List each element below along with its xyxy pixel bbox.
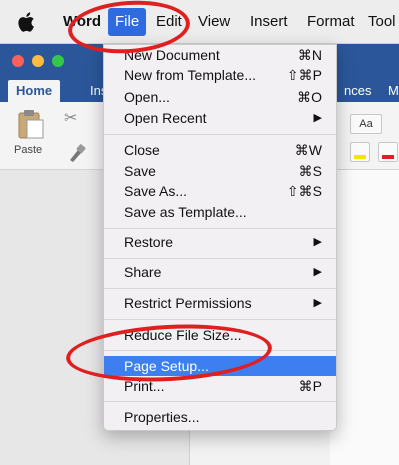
menu-separator <box>104 401 336 402</box>
menu-item-label: Reduce File Size... <box>124 327 242 343</box>
menu-item-label: Print... <box>124 378 165 394</box>
menu-file[interactable]: File <box>108 8 147 36</box>
file-menu-dropdown: New Document ⌘N New from Template... ⇧⌘P… <box>103 44 337 431</box>
menu-separator <box>104 134 336 135</box>
menu-item-label: Page Setup... <box>124 358 209 374</box>
menu-item-properties[interactable]: Properties... <box>104 407 336 427</box>
menu-format[interactable]: Format <box>300 8 362 36</box>
menu-item-label: New Document <box>124 47 220 63</box>
font-size-button[interactable]: Aa <box>350 114 382 134</box>
minimize-window-button[interactable] <box>32 55 44 67</box>
menu-item-restore[interactable]: Restore ▶ <box>104 232 336 252</box>
menu-insert[interactable]: Insert <box>243 8 295 36</box>
menu-separator <box>104 319 336 320</box>
menu-edit[interactable]: Edit <box>149 8 189 36</box>
menu-item-label: Share <box>124 264 162 280</box>
menu-item-new-from-template[interactable]: New from Template... ⇧⌘P <box>104 65 336 85</box>
menu-item-share[interactable]: Share ▶ <box>104 262 336 282</box>
submenu-arrow-icon: ▶ <box>313 236 322 248</box>
apple-icon[interactable] <box>17 11 35 33</box>
zoom-window-button[interactable] <box>52 55 64 67</box>
menu-item-label: Open... <box>124 89 170 105</box>
shortcut-label: ⌘W <box>294 142 322 158</box>
menu-item-page-setup[interactable]: Page Setup... <box>104 356 336 376</box>
menu-item-label: Close <box>124 142 160 158</box>
menu-item-restrict-permissions[interactable]: Restrict Permissions ▶ <box>104 293 336 313</box>
shortcut-label: ⇧⌘P <box>286 67 322 83</box>
shortcut-label: ⌘S <box>298 163 322 179</box>
menu-item-save-as[interactable]: Save As... ⇧⌘S <box>104 181 336 201</box>
menu-app-word[interactable]: Word <box>56 8 108 36</box>
submenu-arrow-icon: ▶ <box>313 297 322 309</box>
menu-item-new-document[interactable]: New Document ⌘N <box>104 45 336 65</box>
paste-icon[interactable] <box>16 108 46 140</box>
menu-item-label: Save <box>124 163 156 179</box>
menu-separator <box>104 288 336 289</box>
close-window-button[interactable] <box>12 55 24 67</box>
tab-home[interactable]: Home <box>8 80 61 102</box>
cut-icon[interactable]: ✂ <box>64 108 77 128</box>
menu-item-label: Restore <box>124 234 174 250</box>
menu-item-open-recent[interactable]: Open Recent ▶ <box>104 108 336 128</box>
menu-separator <box>104 350 336 351</box>
document-page[interactable] <box>330 170 399 465</box>
menu-item-label: Properties... <box>124 409 200 425</box>
shortcut-label: ⌘N <box>297 47 322 63</box>
highlight-color-button[interactable] <box>350 142 370 162</box>
menu-item-label: Save as Template... <box>124 204 247 220</box>
paste-label: Paste <box>14 144 43 156</box>
menu-item-label: Restrict Permissions <box>124 295 252 311</box>
shortcut-label: ⌘O <box>297 89 322 105</box>
menu-item-label: Save As... <box>124 183 188 199</box>
menu-item-label: New from Template... <box>124 67 257 83</box>
format-painter-icon[interactable] <box>66 142 88 164</box>
menu-item-print[interactable]: Print... ⌘P <box>104 376 336 396</box>
menu-item-close[interactable]: Close ⌘W <box>104 140 336 160</box>
menu-item-save-as-template[interactable]: Save as Template... <box>104 202 336 222</box>
menu-bar: Word File Edit View Insert Format Tool <box>0 0 399 44</box>
menu-item-label: Open Recent <box>124 110 207 126</box>
menu-item-save[interactable]: Save ⌘S <box>104 161 336 181</box>
tab-mailings[interactable]: M <box>380 80 399 102</box>
menu-separator <box>104 258 336 259</box>
font-controls: Aa <box>340 114 399 174</box>
tab-references[interactable]: nces <box>336 80 379 102</box>
submenu-arrow-icon: ▶ <box>313 266 322 278</box>
font-color-button[interactable] <box>378 142 398 162</box>
shortcut-label: ⇧⌘S <box>286 183 322 199</box>
menu-item-reduce-file-size[interactable]: Reduce File Size... <box>104 325 336 345</box>
menu-tools[interactable]: Tool <box>361 8 399 36</box>
shortcut-label: ⌘P <box>298 378 322 394</box>
menu-item-open[interactable]: Open... ⌘O <box>104 87 336 107</box>
submenu-arrow-icon: ▶ <box>313 112 322 124</box>
menu-separator <box>104 228 336 229</box>
menu-view[interactable]: View <box>191 8 237 36</box>
